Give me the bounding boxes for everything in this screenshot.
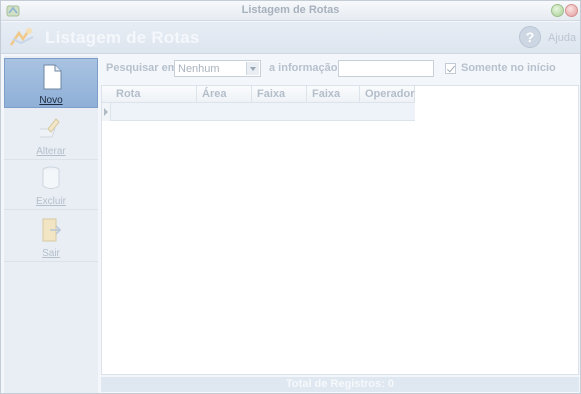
column-header-operador[interactable]: Operador [360, 86, 415, 103]
search-input[interactable] [338, 60, 434, 77]
exit-button-label: Sair [42, 248, 60, 259]
table-header: Rota Área Faixa Faixa Operador [102, 86, 415, 103]
row-indicator-icon [102, 103, 111, 121]
column-header-faixa-2[interactable]: Faixa [307, 86, 360, 103]
exit-button[interactable]: Sair [4, 212, 98, 262]
search-field-label: Pesquisar em [106, 62, 178, 74]
search-bar: Pesquisar em Nenhum a informação Somente… [101, 58, 579, 80]
delete-icon [42, 166, 60, 189]
record-count: Total de Registros: 0 [101, 377, 579, 392]
search-field-select[interactable]: Nenhum [174, 60, 261, 77]
exit-icon [42, 218, 62, 242]
title-bar: Listagem de Rotas [1, 1, 580, 21]
delete-button[interactable]: Excluir [4, 160, 98, 210]
only-start-checkbox[interactable] [445, 63, 456, 74]
chevron-down-icon[interactable] [246, 62, 259, 75]
new-button[interactable]: Novo [4, 58, 98, 108]
new-document-icon [43, 64, 62, 90]
window: Listagem de Rotas Listagem de Rotas ? Aj… [0, 0, 581, 394]
routes-table[interactable]: Rota Área Faixa Faixa Operador [101, 85, 579, 375]
minimize-button[interactable] [551, 4, 564, 17]
column-header-rota[interactable]: Rota [111, 86, 197, 103]
edit-button-label: Alterar [36, 146, 66, 157]
help-label: Ajuda [548, 32, 577, 44]
routes-logo-icon [9, 28, 34, 46]
header: Listagem de Rotas ? Ajuda [1, 22, 580, 54]
edit-icon [40, 118, 60, 138]
page-title: Listagem de Rotas [45, 28, 200, 47]
edit-button[interactable]: Alterar [4, 110, 98, 160]
table-row[interactable] [111, 103, 415, 121]
delete-button-label: Excluir [35, 196, 66, 207]
search-field-value: Nenhum [178, 63, 220, 75]
only-start-label: Somente no início [461, 62, 556, 74]
column-header-faixa-1[interactable]: Faixa [252, 86, 307, 103]
close-button[interactable] [565, 4, 578, 17]
new-button-label: Novo [39, 95, 63, 106]
window-title: Listagem de Rotas [241, 4, 340, 16]
column-header-area[interactable]: Área [197, 86, 252, 103]
search-info-label: a informação [269, 62, 338, 74]
help-icon: ? [519, 26, 541, 48]
sidebar: Novo Alterar Excluir Sair [4, 56, 98, 393]
